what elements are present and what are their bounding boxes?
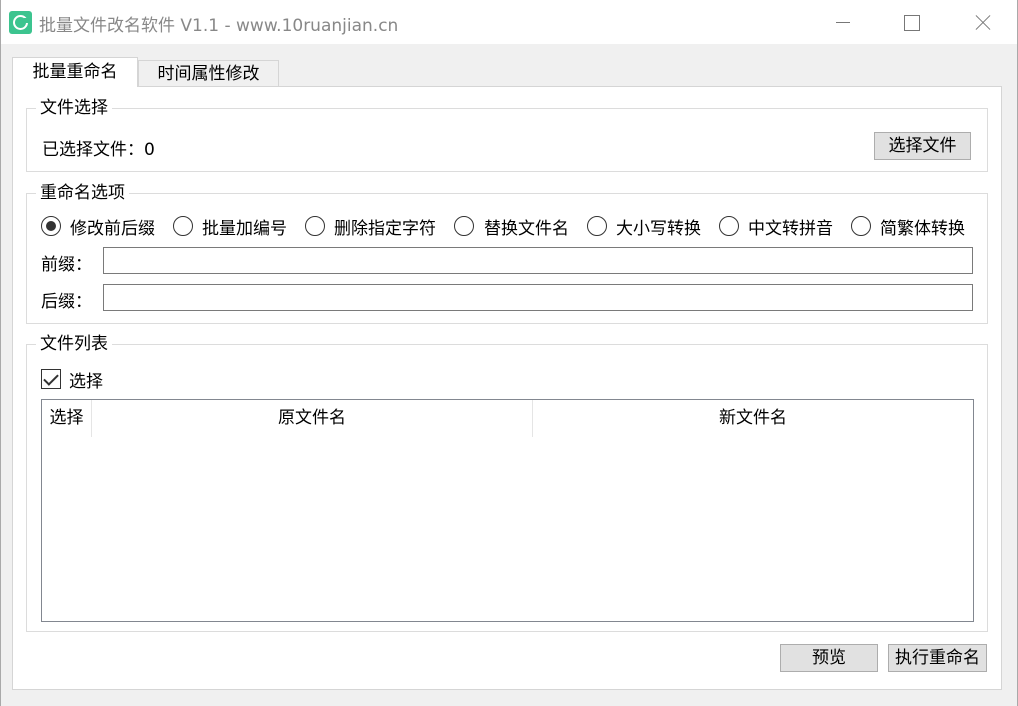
file-list-legend: 文件列表 bbox=[36, 333, 112, 355]
radio-replace-name[interactable] bbox=[454, 216, 474, 236]
radio-prefix-suffix[interactable] bbox=[41, 216, 61, 236]
maximize-icon[interactable] bbox=[877, 0, 945, 44]
choose-file-button[interactable]: 选择文件 bbox=[874, 132, 971, 160]
radio-label-pinyin: 中文转拼音 bbox=[748, 219, 833, 239]
preview-button[interactable]: 预览 bbox=[780, 644, 878, 672]
minimize-icon[interactable] bbox=[809, 0, 877, 44]
selected-files-count: 0 bbox=[144, 140, 155, 160]
app-refresh-icon bbox=[9, 11, 32, 34]
column-header-original-name[interactable]: 原文件名 bbox=[92, 400, 533, 437]
suffix-label: 后缀： bbox=[41, 292, 92, 312]
radio-traditional-simplified[interactable] bbox=[851, 216, 871, 236]
execute-rename-button[interactable]: 执行重命名 bbox=[888, 644, 987, 672]
file-list-group: 文件列表 选择 选择 原文件名 新文件名 bbox=[26, 333, 988, 632]
column-header-select[interactable]: 选择 bbox=[42, 400, 92, 437]
window-title: 批量文件改名软件 V1.1 - www.10ruanjian.cn bbox=[39, 16, 399, 36]
radio-delete-chars[interactable] bbox=[305, 216, 325, 236]
radio-case-convert[interactable] bbox=[587, 216, 607, 236]
radio-label-case-convert: 大小写转换 bbox=[616, 219, 701, 239]
rename-options-group: 重命名选项 修改前后缀 批量加编号 删除指定字符 替换文件名 大小写转换 中文转… bbox=[26, 182, 988, 324]
selected-files-label: 已选择文件：0 bbox=[42, 140, 155, 160]
column-header-new-name[interactable]: 新文件名 bbox=[533, 400, 973, 437]
radio-add-number[interactable] bbox=[173, 216, 193, 236]
tab-panel: 文件选择 已选择文件：0 选择文件 重命名选项 修改前后缀 批量加编号 删除指定… bbox=[12, 86, 1002, 690]
rename-options-legend: 重命名选项 bbox=[36, 182, 129, 204]
file-list-view[interactable]: 选择 原文件名 新文件名 bbox=[41, 399, 974, 622]
radio-label-prefix-suffix: 修改前后缀 bbox=[70, 219, 155, 239]
client-area: 批量重命名 时间属性修改 文件选择 已选择文件：0 选择文件 重命名选项 修改前… bbox=[1, 44, 1017, 706]
prefix-label: 前缀： bbox=[41, 255, 92, 275]
file-select-legend: 文件选择 bbox=[36, 97, 112, 119]
radio-label-delete-chars: 删除指定字符 bbox=[334, 219, 436, 239]
prefix-input[interactable] bbox=[103, 247, 973, 274]
radio-label-replace-name: 替换文件名 bbox=[484, 219, 569, 239]
select-all-checkbox[interactable] bbox=[41, 369, 61, 389]
close-icon[interactable] bbox=[947, 0, 1015, 44]
title-bar[interactable]: 批量文件改名软件 V1.1 - www.10ruanjian.cn bbox=[1, 0, 1017, 44]
tab-time-attributes[interactable]: 时间属性修改 bbox=[138, 60, 279, 86]
file-select-group: 文件选择 已选择文件：0 选择文件 bbox=[26, 97, 988, 172]
radio-pinyin[interactable] bbox=[719, 216, 739, 236]
radio-label-traditional-simplified: 简繁体转换 bbox=[880, 219, 965, 239]
app-window: 批量文件改名软件 V1.1 - www.10ruanjian.cn 批量重命名 … bbox=[0, 0, 1018, 706]
suffix-input[interactable] bbox=[103, 284, 973, 311]
select-all-label: 选择 bbox=[69, 372, 103, 392]
tab-batch-rename[interactable]: 批量重命名 bbox=[12, 57, 138, 87]
radio-label-add-number: 批量加编号 bbox=[202, 219, 287, 239]
